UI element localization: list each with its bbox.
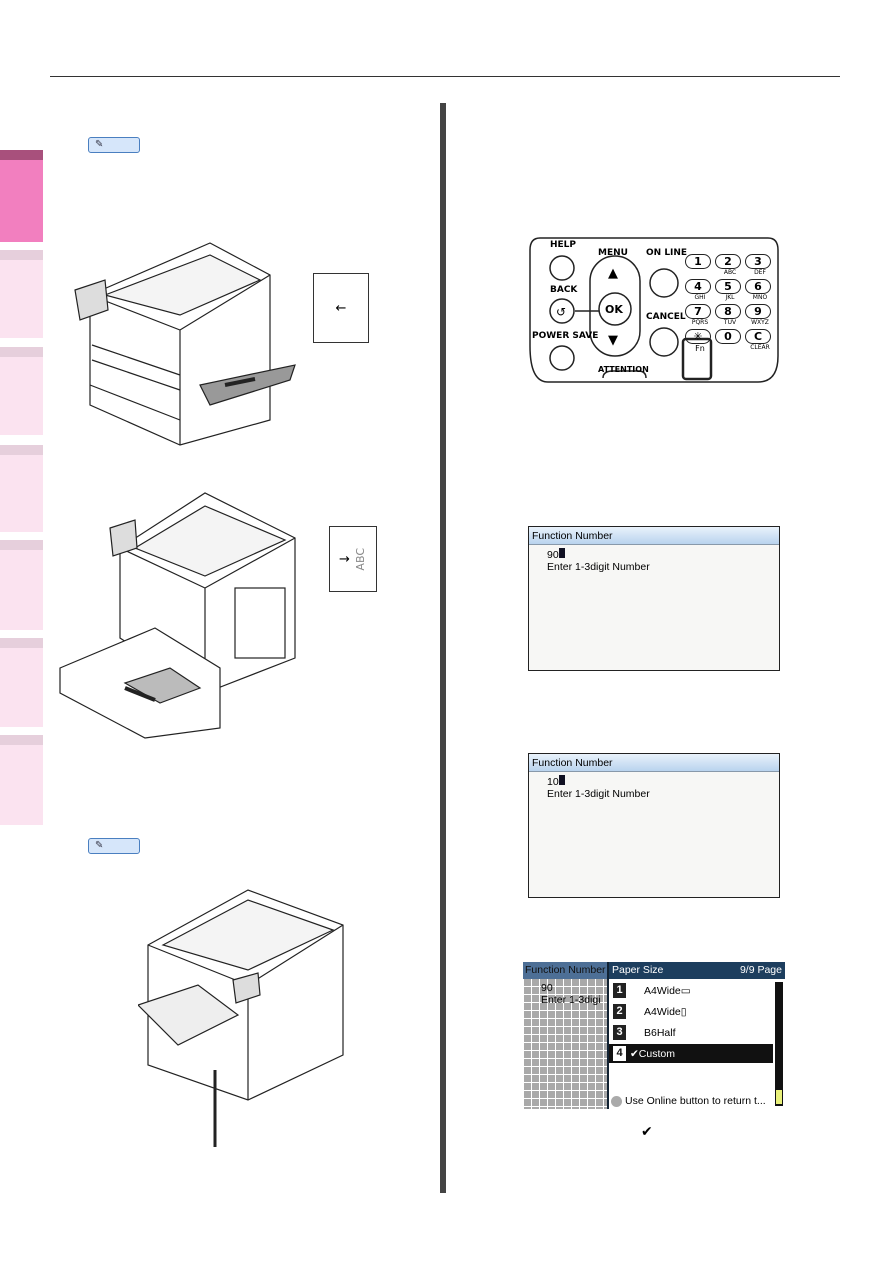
back-label: BACK [550, 285, 578, 295]
scrollbar[interactable] [775, 982, 783, 1106]
key-0[interactable]: 0 [715, 329, 745, 352]
header-rule [50, 76, 840, 77]
menu-item-selected[interactable]: 4 ✔Custom [609, 1044, 773, 1063]
key-9[interactable]: 9 WXYZ [745, 304, 775, 327]
operator-panel: HELP BACK ↺ POWER SAVE MENU ▲ OK ▼ ON LI… [528, 236, 780, 386]
cancel-label: CANCEL [646, 312, 686, 322]
numeric-keypad: 1 2 ABC 3 DEF 4 GHI 5 JKL 6 MNO 7 PQRS 8 TUV 9W… [685, 254, 775, 353]
column-divider [440, 103, 446, 1193]
sidebar-tab-5[interactable] [0, 540, 43, 630]
checkmark-icon: ✔ [641, 1124, 653, 1140]
paper-orientation-diagram: ← [313, 273, 369, 343]
key-5[interactable]: 5 JKL [715, 279, 745, 302]
function-number-value: 90 [547, 549, 559, 561]
ok-button[interactable]: OK [605, 303, 623, 316]
attention-label: ATTENTION [598, 365, 649, 374]
sidebar-tab-4[interactable] [0, 445, 43, 532]
menu-label: MENU [598, 248, 628, 258]
sidebar-tab-6[interactable] [0, 638, 43, 727]
key-8[interactable]: 8 TUV [715, 304, 745, 327]
arrow-right-icon: → [339, 551, 350, 567]
key-7[interactable]: 7 PQRS [685, 304, 715, 327]
screen-hint: Enter 1-3digit Number [547, 561, 650, 573]
key-3[interactable]: 3 DEF [745, 254, 775, 277]
background-value: 90 [541, 982, 553, 994]
footer-hint: Use Online button to return t... [625, 1095, 766, 1107]
printer-tray-illustration [59, 492, 296, 739]
online-button-icon [611, 1095, 622, 1107]
sidebar-tab-1[interactable] [0, 150, 43, 242]
cursor [558, 775, 565, 785]
key-4[interactable]: 4 GHI [685, 279, 715, 302]
menu-item[interactable]: 2 A4Wide▯ [609, 1002, 785, 1021]
function-number-screen: Function Number 90 Enter 1-3digit Number [528, 526, 780, 671]
background-hint: Enter 1-3digi [541, 994, 601, 1006]
printer-rear-illustration [138, 889, 344, 1147]
key-6[interactable]: 6 MNO [745, 279, 775, 302]
paper-size-menu: Paper Size 9/9 Page 1 A4Wide▭ 2 A4Wide▯ 3 B6… [607, 962, 785, 1109]
screen-title: Function Number [529, 754, 779, 772]
screen-title: Function Number [529, 527, 779, 545]
sidebar-tab-3[interactable] [0, 347, 43, 435]
key-2[interactable]: 2 ABC [715, 254, 745, 277]
memo-icon: ✎ [88, 838, 140, 854]
paper-size-screen: Function Number 90 Enter 1-3digi Paper S… [523, 962, 785, 1109]
menu-item[interactable]: 1 A4Wide▭ [609, 981, 785, 1000]
key-clear[interactable]: C CLEAR [745, 329, 775, 352]
menu-item[interactable]: 3 B6Half [609, 1023, 785, 1042]
online-label: ON LINE [646, 248, 688, 258]
printer-mp-tray-illustration [74, 242, 296, 446]
paper-orientation-diagram: → ABC [329, 526, 377, 592]
memo-icon: ✎ [88, 137, 140, 153]
menu-up-button[interactable]: ▲ [608, 266, 618, 281]
sidebar-tab-2[interactable] [0, 250, 43, 338]
paper-text: ABC [353, 547, 367, 571]
sidebar-tab-7[interactable] [0, 735, 43, 825]
key-fn[interactable]: ✳ Fn [685, 329, 715, 353]
menu-down-button[interactable]: ▼ [608, 333, 618, 348]
function-number-screen: Function Number 10 Enter 1-3digit Number [528, 753, 780, 898]
page-indicator: 9/9 Page [739, 964, 782, 976]
cursor [558, 548, 565, 558]
key-1[interactable]: 1 [685, 254, 715, 277]
help-label: HELP [550, 240, 577, 250]
arrow-left-icon: ← [335, 300, 347, 316]
screen-hint: Enter 1-3digit Number [547, 788, 650, 800]
function-number-value: 10 [547, 776, 559, 788]
power-save-label: POWER SAVE [532, 331, 599, 341]
back-button[interactable]: ↺ [556, 305, 566, 319]
menu-title: Paper Size [612, 964, 664, 976]
